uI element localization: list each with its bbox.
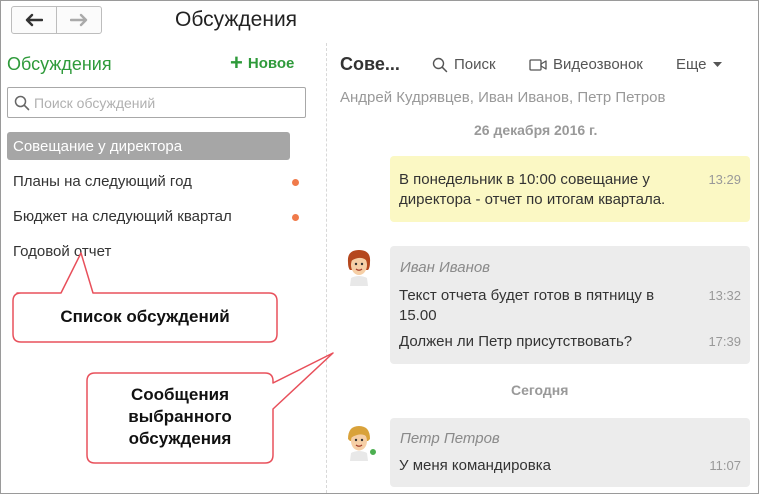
callout-discussion-list: Список обсуждений — [60, 307, 230, 326]
callout-line: обсуждения — [128, 429, 232, 448]
app-window: Обсуждения Обсуждения + Новое Совещание … — [0, 0, 759, 494]
callout-messages: Сообщения выбранного обсуждения — [87, 384, 273, 450]
callout-line: Сообщения — [131, 385, 229, 404]
callout-line: выбранного — [128, 407, 232, 426]
